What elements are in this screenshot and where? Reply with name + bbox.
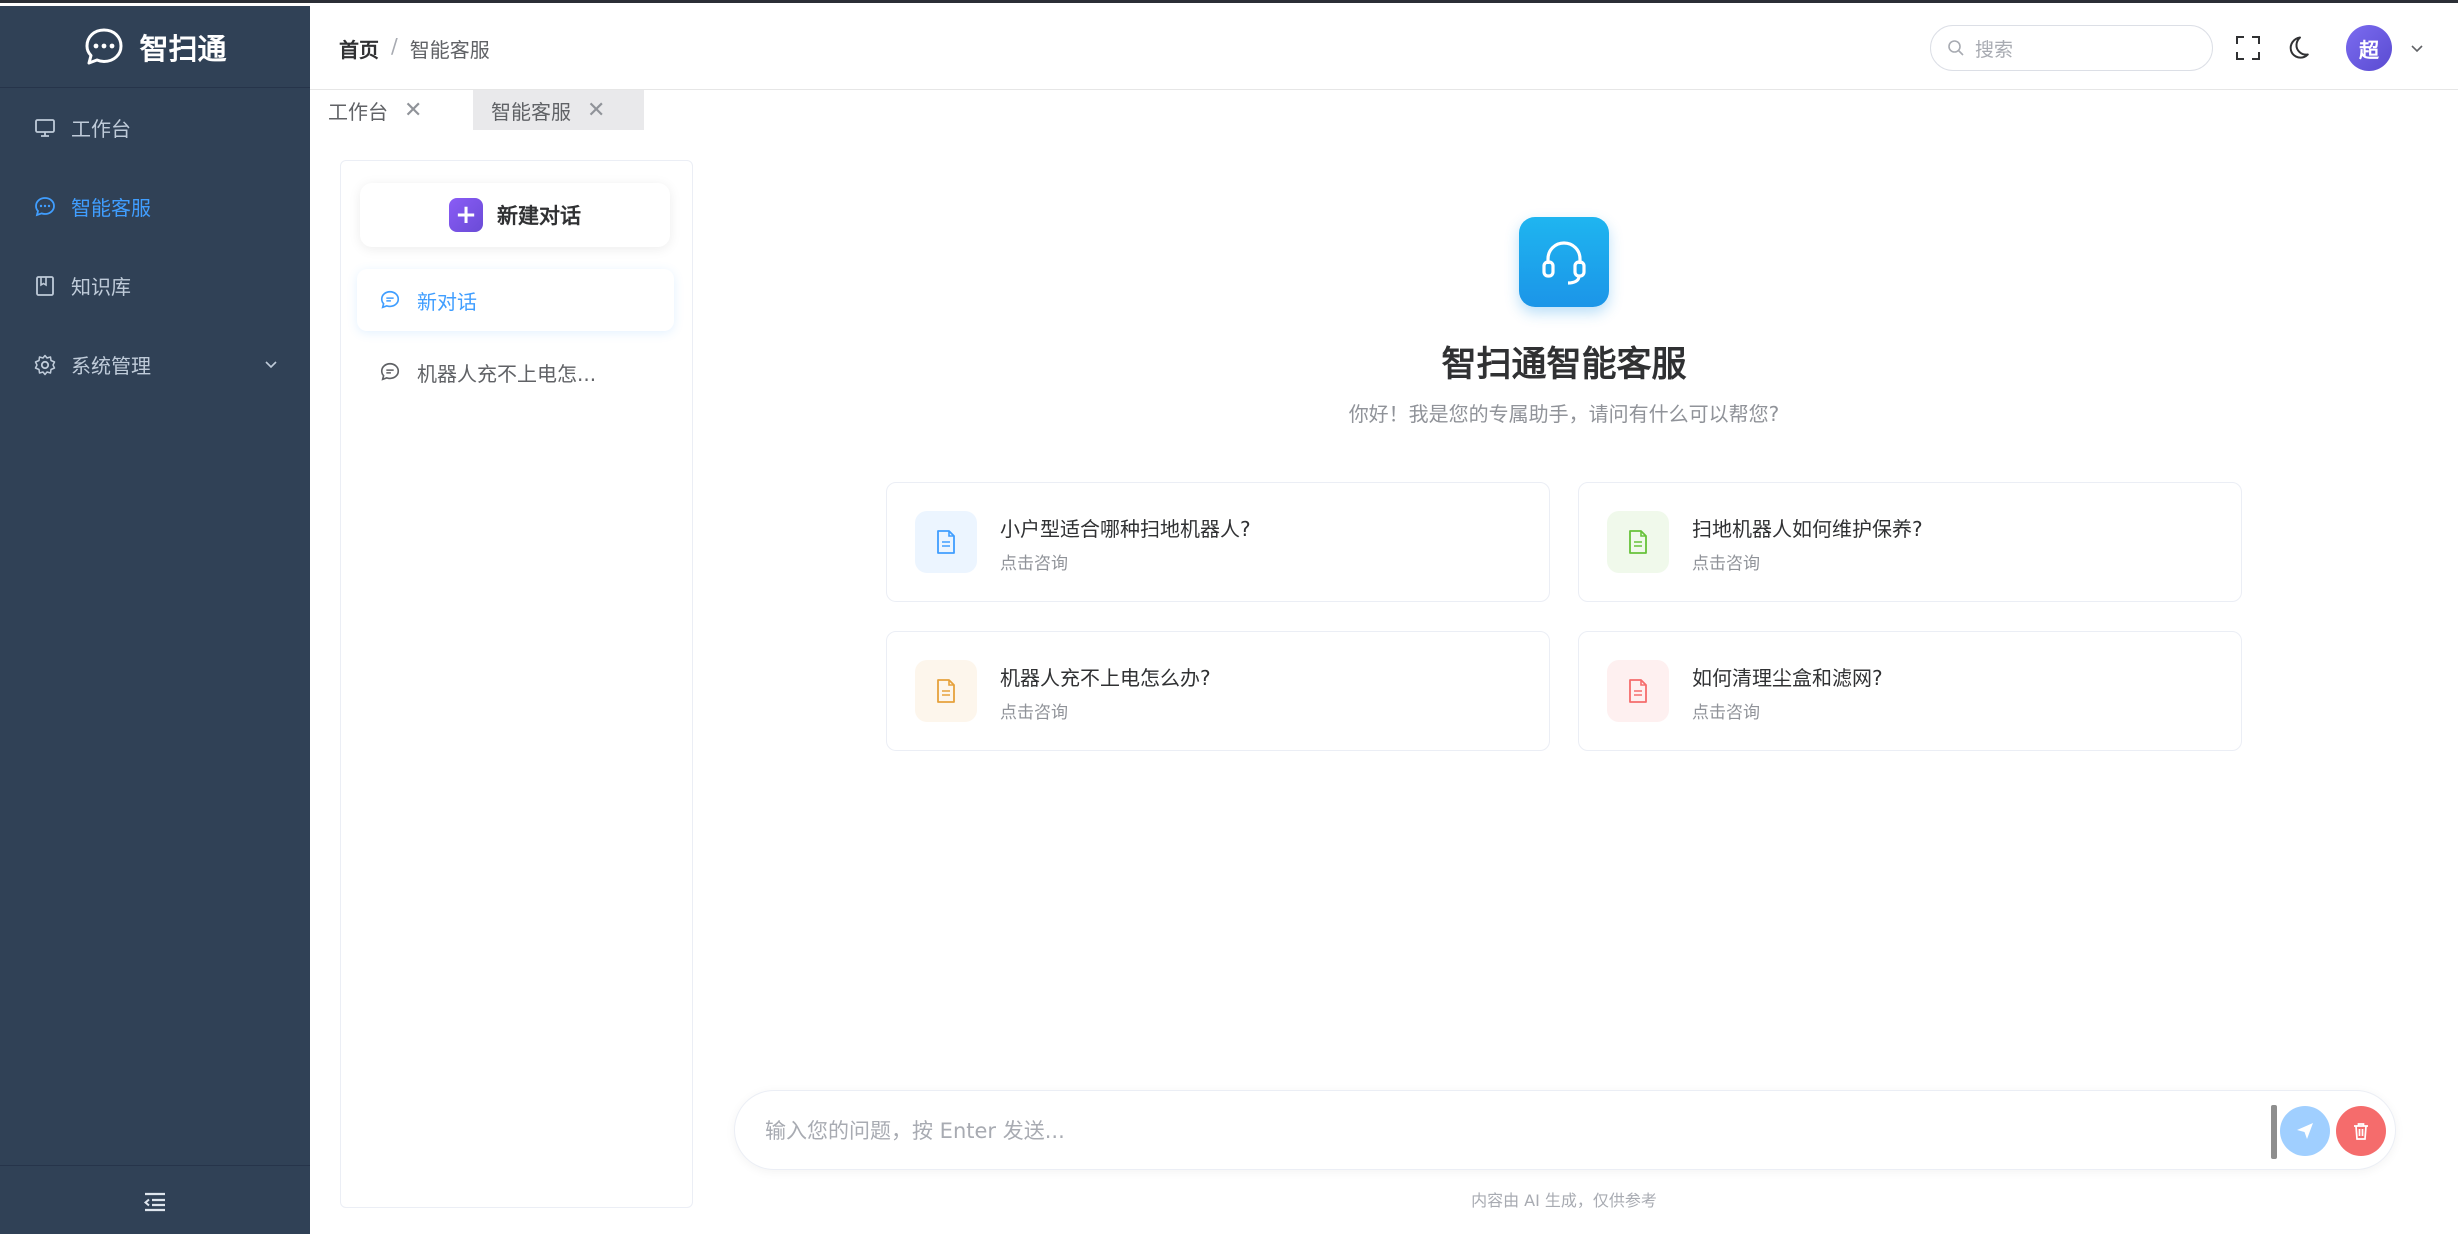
conversation-item[interactable]: 新对话 xyxy=(357,269,674,331)
chevron-down-icon xyxy=(265,361,277,369)
document-icon xyxy=(1607,660,1669,722)
tab-workbench[interactable]: 工作台 ✕ xyxy=(310,90,440,130)
tags-view: 工作台 ✕ 智能客服 ✕ xyxy=(310,90,2458,132)
conversation-item[interactable]: 机器人充不上电怎... xyxy=(357,341,674,403)
close-icon[interactable]: ✕ xyxy=(587,98,605,123)
search-box[interactable]: 搜索 xyxy=(1930,25,2213,71)
chat-icon xyxy=(380,362,400,381)
new-conversation-button[interactable]: + 新建对话 xyxy=(360,183,670,247)
sidebar-item-workbench[interactable]: 工作台 xyxy=(0,88,310,167)
sidebar-item-system[interactable]: 系统管理 xyxy=(0,325,310,404)
breadcrumb-separator: / xyxy=(391,34,398,58)
suggestion-card[interactable]: 扫地机器人如何维护保养? 点击咨询 xyxy=(1578,482,2242,602)
card-subtitle: 点击咨询 xyxy=(1000,703,1068,723)
conversation-title: 新对话 xyxy=(417,289,477,314)
avatar[interactable]: 超 xyxy=(2346,25,2392,71)
chat-bubble-icon xyxy=(85,28,123,64)
search-placeholder: 搜索 xyxy=(1975,38,2014,61)
document-icon xyxy=(1607,511,1669,573)
sidebar-item-label: 系统管理 xyxy=(71,354,151,378)
clear-conversation-button[interactable] xyxy=(2336,1106,2386,1156)
ai-disclaimer: 内容由 AI 生成，仅供参考 xyxy=(1471,1191,1657,1210)
welcome-subtitle: 你好！我是您的专属助手，请问有什么可以帮您? xyxy=(1348,402,1780,426)
suggestion-card[interactable]: 机器人充不上电怎么办? 点击咨询 xyxy=(886,631,1550,751)
sidebar-menu: 工作台 智能客服 知识库 系统管理 xyxy=(0,88,310,404)
conversation-title: 机器人充不上电怎... xyxy=(417,361,597,386)
card-subtitle: 点击咨询 xyxy=(1692,703,1760,723)
document-icon xyxy=(915,511,977,573)
chevron-down-icon[interactable] xyxy=(2408,39,2426,57)
fullscreen-icon[interactable] xyxy=(2234,34,2262,62)
input-scrollbar[interactable] xyxy=(2271,1105,2277,1159)
suggestion-card[interactable]: 如何清理尘盒和滤网? 点击咨询 xyxy=(1578,631,2242,751)
new-conversation-label: 新建对话 xyxy=(497,204,581,228)
chat-icon xyxy=(35,196,55,216)
top-header: 首页 / 智能客服 搜索 超 xyxy=(310,6,2458,90)
chat-icon xyxy=(380,290,400,309)
logo[interactable]: 智扫通 xyxy=(0,6,310,88)
send-icon xyxy=(2297,1123,2313,1139)
chat-input[interactable] xyxy=(765,1111,2245,1151)
card-subtitle: 点击咨询 xyxy=(1000,554,1068,574)
plus-icon: + xyxy=(449,198,483,232)
document-glyph xyxy=(1629,530,1647,554)
headset-glyph xyxy=(1542,241,1586,285)
document-icon xyxy=(915,660,977,722)
card-title: 扫地机器人如何维护保养? xyxy=(1692,517,1923,541)
document-glyph xyxy=(1629,679,1647,703)
tab-label: 工作台 xyxy=(328,99,388,124)
chat-input-bar xyxy=(734,1090,2396,1170)
breadcrumb-home[interactable]: 首页 xyxy=(339,34,379,63)
welcome-title: 智扫通智能客服 xyxy=(1441,345,1687,385)
breadcrumb: 首页 / 智能客服 xyxy=(339,34,490,63)
send-button[interactable] xyxy=(2280,1106,2330,1156)
sidebar-item-knowledge[interactable]: 知识库 xyxy=(0,246,310,325)
sidebar-item-customer-service[interactable]: 智能客服 xyxy=(0,167,310,246)
card-title: 机器人充不上电怎么办? xyxy=(1000,666,1211,690)
tab-customer-service[interactable]: 智能客服 ✕ xyxy=(473,90,644,130)
conversation-list-panel: + 新建对话 新对话 机器人充不上电怎... xyxy=(340,160,693,1208)
search-icon xyxy=(1948,40,1964,56)
sidebar: 智扫通 工作台 智能客服 知识库 系统管理 xyxy=(0,6,310,1234)
suggestion-card[interactable]: 小户型适合哪种扫地机器人? 点击咨询 xyxy=(886,482,1550,602)
book-icon xyxy=(36,275,54,296)
sidebar-item-label: 知识库 xyxy=(71,275,131,299)
document-glyph xyxy=(937,530,955,554)
app-title: 智扫通 xyxy=(139,31,227,66)
card-title: 如何清理尘盒和滤网? xyxy=(1692,666,1883,690)
sidebar-item-label: 工作台 xyxy=(71,117,131,141)
trash-icon xyxy=(2354,1123,2368,1140)
breadcrumb-current: 智能客服 xyxy=(409,38,490,62)
tab-label: 智能客服 xyxy=(491,99,571,124)
dark-mode-moon-icon[interactable] xyxy=(2283,34,2311,62)
close-icon[interactable]: ✕ xyxy=(404,98,422,123)
document-glyph xyxy=(937,679,955,703)
collapse-menu-icon xyxy=(143,1192,165,1211)
sidebar-item-label: 智能客服 xyxy=(71,196,151,220)
card-title: 小户型适合哪种扫地机器人? xyxy=(1000,517,1251,541)
gear-icon xyxy=(34,354,56,375)
collapse-sidebar-button[interactable] xyxy=(0,1165,310,1234)
monitor-icon xyxy=(35,118,55,137)
card-subtitle: 点击咨询 xyxy=(1692,554,1760,574)
headset-icon xyxy=(1519,217,1609,307)
